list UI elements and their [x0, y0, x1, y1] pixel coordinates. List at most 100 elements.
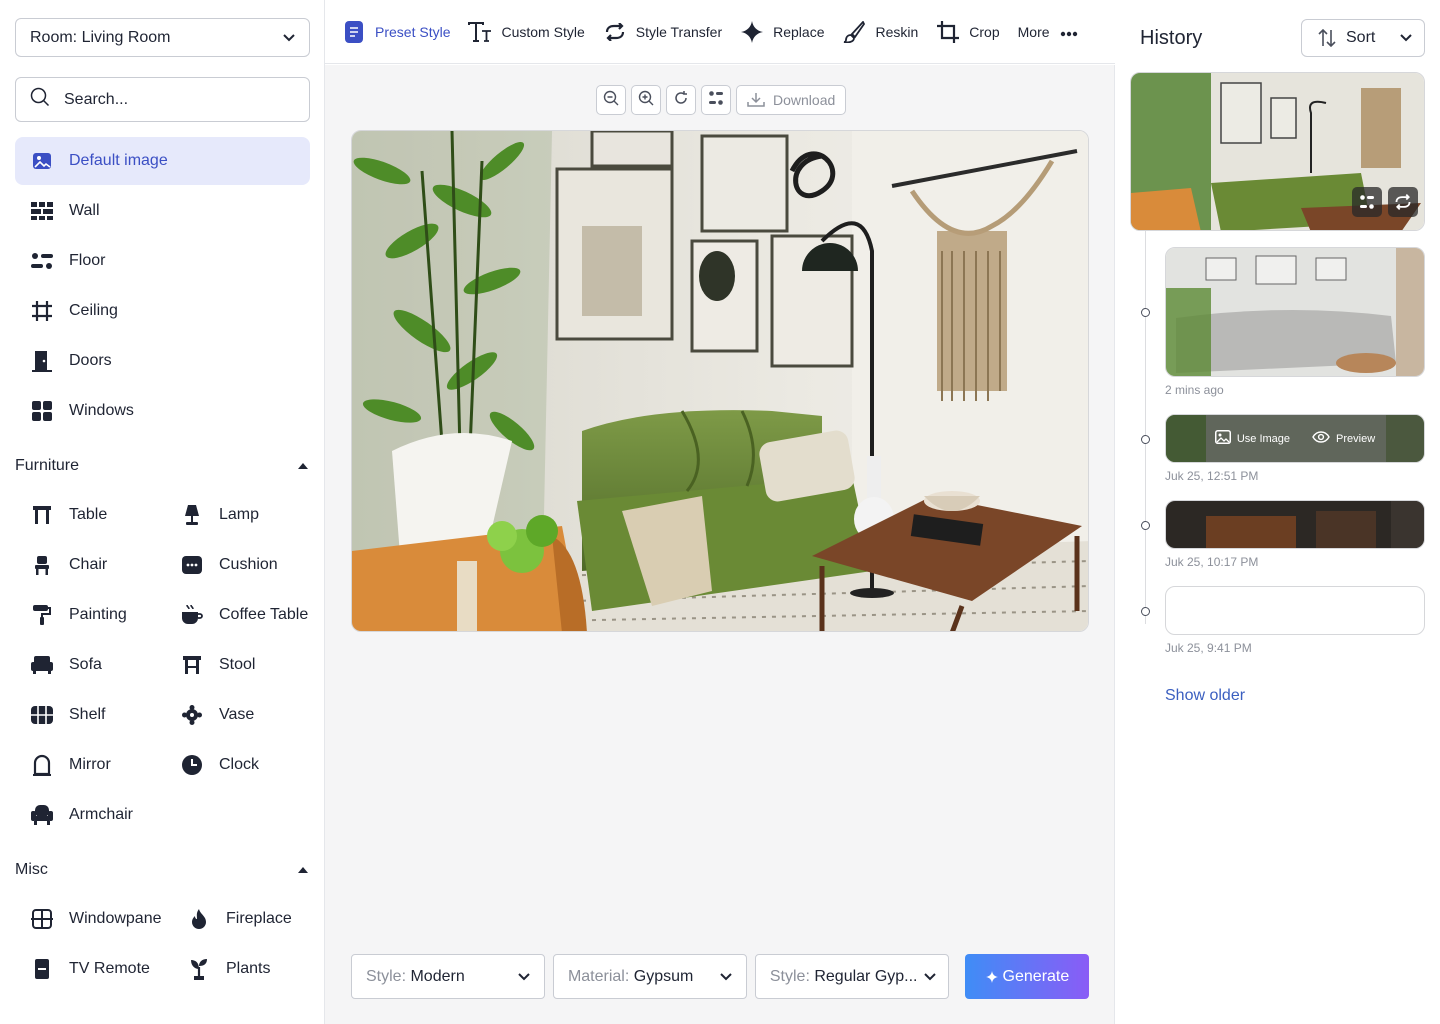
history-entry-3[interactable] — [1165, 500, 1425, 549]
brick-wall-icon — [30, 199, 54, 223]
item-label: Fireplace — [226, 910, 292, 927]
generation-controls: Style: Modern Material: Gypsum Style: Re… — [351, 954, 1089, 999]
preview-button[interactable]: Preview — [1312, 431, 1375, 446]
fire-icon — [187, 907, 211, 931]
sidebar-item-label: Windows — [69, 402, 134, 419]
chevron-down-icon — [714, 972, 732, 981]
rotate-button[interactable] — [666, 85, 696, 115]
history-entry-1[interactable] — [1165, 247, 1425, 377]
paint-roller-icon — [30, 603, 54, 627]
item-label: Stool — [219, 656, 256, 673]
main-room-image — [351, 130, 1089, 632]
generate-button[interactable]: Generate — [964, 954, 1089, 999]
style2-value: Regular Gyp... — [814, 967, 918, 985]
chevron-down-icon — [512, 972, 530, 981]
tool-style-transfer[interactable]: Style Transfer — [594, 12, 731, 52]
tool-custom-style[interactable]: Custom Style — [459, 12, 593, 52]
history-time: Juk 25, 10:17 PM — [1165, 555, 1259, 569]
misc-item-plants[interactable]: Plants — [187, 949, 270, 989]
furniture-item-sofa[interactable]: Sofa — [30, 645, 102, 685]
canvas-area: Download Style: Modern Material: Gypsum … — [325, 65, 1115, 1024]
use-image-button[interactable]: Use Image — [1214, 430, 1290, 447]
furniture-item-chair[interactable]: Chair — [30, 545, 107, 585]
furniture-item-armchair[interactable]: Armchair — [30, 795, 133, 835]
history-time: 2 mins ago — [1165, 383, 1224, 397]
misc-section-header[interactable]: Misc — [15, 861, 310, 879]
tool-preset-style[interactable]: Preset Style — [333, 12, 459, 52]
sort-button[interactable]: Sort — [1301, 19, 1425, 57]
zoom-out-button[interactable] — [596, 85, 626, 115]
item-label: Table — [69, 506, 108, 523]
download-label: Download — [773, 92, 836, 108]
history-current-image[interactable] — [1130, 72, 1425, 231]
floor-icon — [30, 249, 54, 273]
window-grid-icon — [30, 399, 54, 423]
history-panel: History Sort 2 mins ago Use Image Previe… — [1115, 0, 1440, 1024]
sidebar-item-ceiling[interactable]: Ceiling — [15, 287, 310, 335]
sidebar-item-label: Doors — [69, 352, 112, 369]
furniture-item-cushion[interactable]: Cushion — [180, 545, 278, 585]
canvas-toolbar: Download — [596, 85, 847, 115]
sort-icon — [1318, 29, 1336, 47]
misc-item-windowpane[interactable]: Windowpane — [30, 899, 162, 939]
history-title: History — [1140, 27, 1203, 49]
sidebar-item-label: Wall — [69, 202, 100, 219]
crop-icon — [936, 20, 960, 44]
sidebar-item-windows[interactable]: Windows — [15, 387, 310, 435]
collapse-triangle-icon — [298, 463, 308, 469]
room-select[interactable]: Room: Living Room — [15, 18, 310, 57]
history-timeline — [1145, 231, 1146, 624]
sidebar-item-wall[interactable]: Wall — [15, 187, 310, 235]
chevron-down-icon — [1400, 34, 1412, 42]
image-icon — [1214, 430, 1231, 447]
transfer-image-button[interactable] — [1388, 187, 1418, 217]
sidebar-item-default-image[interactable]: Default image — [15, 137, 310, 185]
misc-item-tv-remote[interactable]: TV Remote — [30, 949, 150, 989]
mirror-icon — [30, 753, 54, 777]
tool-label: Crop — [969, 23, 1000, 40]
furniture-item-shelf[interactable]: Shelf — [30, 695, 105, 735]
furniture-item-table[interactable]: Table — [30, 495, 107, 535]
top-toolbar: Preset Style Custom Style Style Transfer… — [325, 0, 1115, 64]
show-older-link[interactable]: Show older — [1165, 687, 1245, 705]
furniture-section-header[interactable]: Furniture — [15, 457, 310, 475]
furniture-item-coffee-table[interactable]: Coffee Table — [180, 595, 308, 635]
history-entry-2[interactable]: Use Image Preview — [1165, 414, 1425, 463]
history-entry-4[interactable] — [1165, 586, 1425, 635]
vase-icon — [180, 703, 204, 727]
tool-reskin[interactable]: Reskin — [833, 12, 927, 52]
furniture-item-mirror[interactable]: Mirror — [30, 745, 111, 785]
chair-icon — [30, 553, 54, 577]
compare-button[interactable] — [701, 85, 731, 115]
style-dropdown[interactable]: Style: Modern — [351, 954, 545, 999]
tool-replace[interactable]: Replace — [731, 12, 833, 52]
sidebar-item-floor[interactable]: Floor — [15, 237, 310, 285]
remote-icon — [30, 957, 54, 981]
tool-crop[interactable]: Crop — [927, 12, 1008, 52]
text-style-icon — [468, 20, 492, 44]
style-value: Modern — [410, 967, 465, 985]
item-label: Shelf — [69, 706, 106, 723]
sidebar-item-doors[interactable]: Doors — [15, 337, 310, 385]
furniture-item-stool[interactable]: Stool — [180, 645, 255, 685]
furniture-item-clock[interactable]: Clock — [180, 745, 259, 785]
item-label: Mirror — [69, 756, 111, 773]
furniture-item-vase[interactable]: Vase — [180, 695, 254, 735]
material-dropdown[interactable]: Material: Gypsum — [552, 954, 747, 999]
history-time: Juk 25, 12:51 PM — [1165, 469, 1259, 483]
tool-more[interactable]: More — [1009, 12, 1087, 52]
generate-label: Generate — [1002, 967, 1070, 985]
timeline-dot — [1141, 521, 1150, 530]
search-input[interactable] — [64, 90, 284, 109]
material-value: Gypsum — [633, 967, 694, 985]
shelf-icon — [30, 703, 54, 727]
compare-image-button[interactable] — [1352, 187, 1382, 217]
furniture-item-painting[interactable]: Painting — [30, 595, 127, 635]
download-button[interactable]: Download — [736, 85, 847, 115]
misc-item-fireplace[interactable]: Fireplace — [187, 899, 292, 939]
furniture-item-lamp[interactable]: Lamp — [180, 495, 259, 535]
zoom-in-button[interactable] — [631, 85, 661, 115]
tool-label: Preset Style — [375, 23, 451, 40]
material-style-dropdown[interactable]: Style: Regular Gyp... — [754, 954, 949, 999]
tool-label: Reskin — [875, 23, 919, 40]
